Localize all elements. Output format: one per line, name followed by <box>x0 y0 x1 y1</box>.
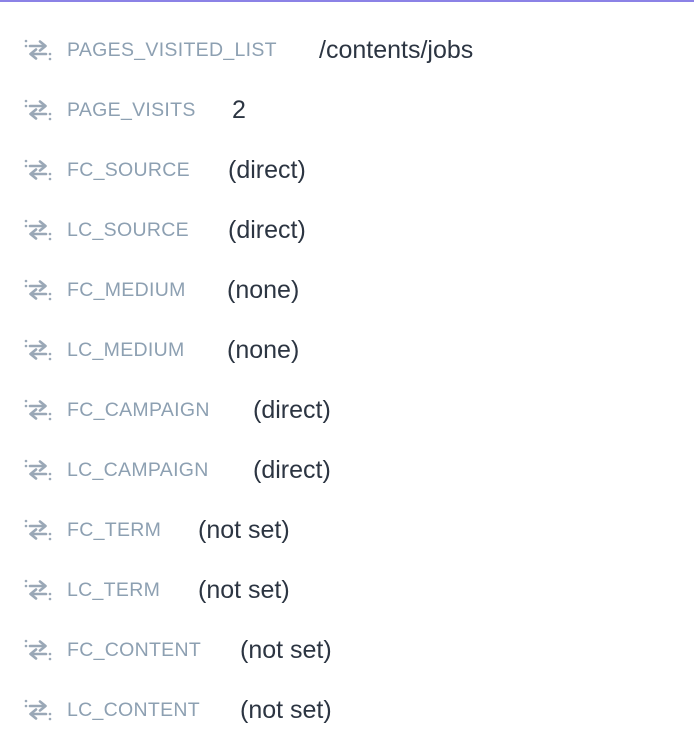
swap-arrows-icon[interactable] <box>24 278 52 302</box>
property-row-lc-medium[interactable]: LC_MEDIUM (none) <box>0 320 694 380</box>
property-row-page-visits[interactable]: PAGE_VISITS 2 <box>0 80 694 140</box>
swap-arrows-icon[interactable] <box>24 38 52 62</box>
swap-arrows-icon[interactable] <box>24 518 52 542</box>
swap-arrows-icon[interactable] <box>24 218 52 242</box>
property-row-fc-source[interactable]: FC_SOURCE (direct) <box>0 140 694 200</box>
property-value: (not set) <box>198 515 290 544</box>
swap-arrows-icon[interactable] <box>24 578 52 602</box>
property-row-fc-campaign[interactable]: FC_CAMPAIGN (direct) <box>0 380 694 440</box>
swap-arrows-icon[interactable] <box>24 338 52 362</box>
top-accent-border <box>0 0 694 2</box>
property-row-fc-term[interactable]: FC_TERM (not set) <box>0 500 694 560</box>
property-key: PAGES_VISITED_LIST <box>67 38 277 61</box>
swap-arrows-icon[interactable] <box>24 698 52 722</box>
property-value: (not set) <box>198 575 290 604</box>
property-row-pages-visited-list[interactable]: PAGES_VISITED_LIST /contents/jobs <box>0 20 694 80</box>
property-value: (not set) <box>240 635 332 664</box>
property-key: LC_CAMPAIGN <box>67 458 209 481</box>
property-key: LC_SOURCE <box>67 218 189 241</box>
property-value: (direct) <box>253 395 331 424</box>
property-key: FC_MEDIUM <box>67 278 186 301</box>
property-key: LC_TERM <box>67 578 161 601</box>
swap-arrows-icon[interactable] <box>24 98 52 122</box>
property-row-lc-term[interactable]: LC_TERM (not set) <box>0 560 694 620</box>
swap-arrows-icon[interactable] <box>24 158 52 182</box>
property-key: LC_MEDIUM <box>67 338 185 361</box>
property-list: PAGES_VISITED_LIST /contents/jobs PAGE_V… <box>0 20 694 740</box>
property-value: (direct) <box>253 455 331 484</box>
property-value: (not set) <box>240 695 332 724</box>
swap-arrows-icon[interactable] <box>24 638 52 662</box>
property-key: LC_CONTENT <box>67 698 201 721</box>
property-key: FC_SOURCE <box>67 158 190 181</box>
property-row-fc-medium[interactable]: FC_MEDIUM (none) <box>0 260 694 320</box>
swap-arrows-icon[interactable] <box>24 398 52 422</box>
property-value: (direct) <box>228 215 306 244</box>
property-row-lc-content[interactable]: LC_CONTENT (not set) <box>0 680 694 740</box>
property-value: (direct) <box>228 155 306 184</box>
property-row-lc-campaign[interactable]: LC_CAMPAIGN (direct) <box>0 440 694 500</box>
property-value: (none) <box>227 275 300 304</box>
property-value: 2 <box>232 95 246 124</box>
property-value: (none) <box>227 335 300 364</box>
property-value: /contents/jobs <box>319 35 474 64</box>
property-key: FC_TERM <box>67 518 162 541</box>
property-row-lc-source[interactable]: LC_SOURCE (direct) <box>0 200 694 260</box>
property-key: PAGE_VISITS <box>67 98 196 121</box>
swap-arrows-icon[interactable] <box>24 458 52 482</box>
property-key: FC_CAMPAIGN <box>67 398 210 421</box>
property-row-fc-content[interactable]: FC_CONTENT (not set) <box>0 620 694 680</box>
property-key: FC_CONTENT <box>67 638 202 661</box>
